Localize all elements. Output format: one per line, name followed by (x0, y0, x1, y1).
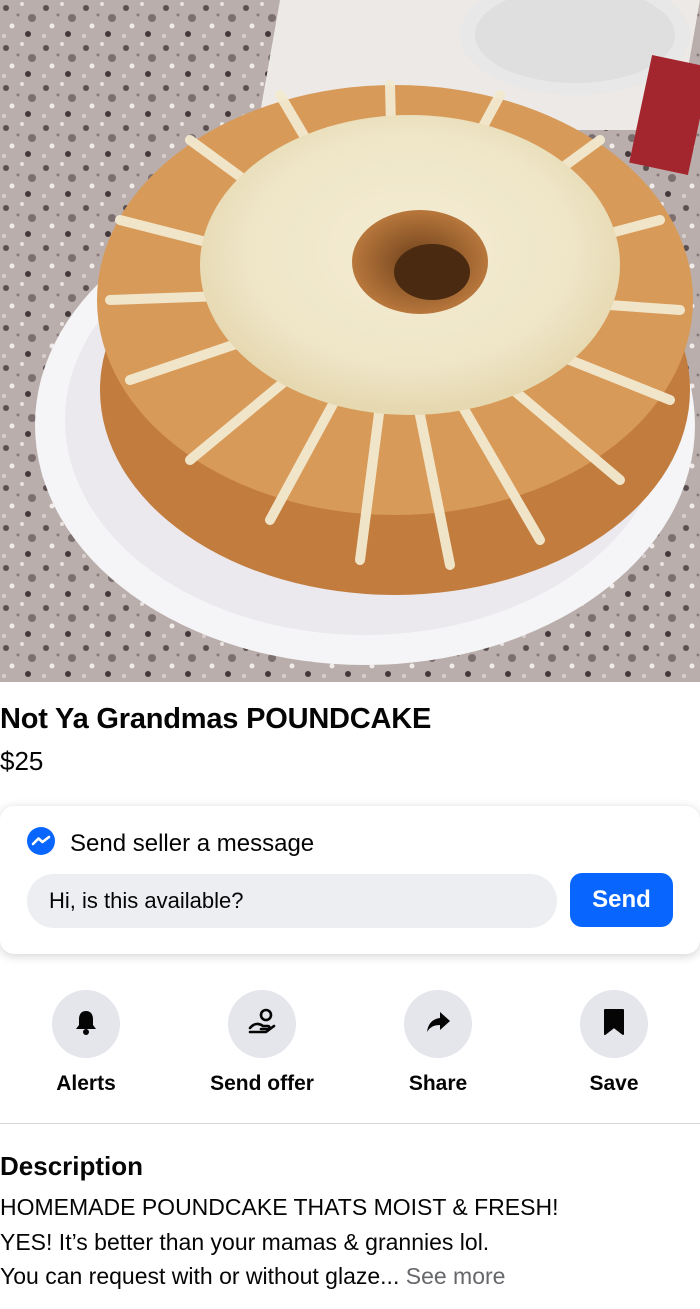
alerts-label: Alerts (56, 1072, 116, 1095)
save-label: Save (589, 1072, 639, 1095)
description-line: YES! It’s better than your mamas & grann… (0, 1228, 490, 1255)
send-message-header: Send seller a message (26, 826, 314, 861)
bookmark-icon (601, 1007, 627, 1042)
alerts-circle[interactable] (52, 990, 120, 1058)
listing-title: Not Ya Grandmas POUNDCAKE (0, 703, 432, 735)
send-offer-label: Send offer (210, 1072, 314, 1095)
send-message-label: Send seller a message (70, 829, 315, 857)
message-input[interactable] (27, 874, 557, 928)
share-circle[interactable] (404, 990, 472, 1058)
action-bar: Alerts Send offer Share Save (0, 990, 700, 1100)
offer-icon (246, 1006, 278, 1043)
section-divider (0, 1123, 700, 1124)
share-arrow-icon (423, 1007, 453, 1042)
description-line: You can request with or without glaze... (0, 1263, 400, 1289)
description-line: HOMEMADE POUNDCAKE THATS MOIST & FRESH! (0, 1194, 559, 1220)
save-button[interactable]: Save (544, 990, 684, 1096)
save-circle[interactable] (580, 990, 648, 1058)
share-button[interactable]: Share (368, 990, 508, 1096)
send-message-card: Send seller a message Send (0, 806, 700, 954)
share-label: Share (408, 1072, 468, 1095)
alerts-button[interactable]: Alerts (16, 990, 156, 1096)
listing-price: $25 (0, 746, 44, 776)
see-more-link[interactable]: See more (406, 1263, 506, 1289)
poundcake-photo (0, 0, 700, 682)
messenger-icon (26, 826, 56, 861)
description-text: HOMEMADE POUNDCAKE THATS MOIST & FRESH! … (0, 1190, 700, 1294)
description-line-last: You can request with or without glaze...… (0, 1259, 700, 1294)
send-button[interactable]: Send (570, 873, 673, 927)
listing-photo[interactable] (0, 0, 700, 682)
send-offer-button[interactable]: Send offer (192, 990, 332, 1096)
send-offer-circle[interactable] (228, 990, 296, 1058)
bell-icon (71, 1007, 101, 1042)
description-heading: Description (0, 1151, 144, 1181)
